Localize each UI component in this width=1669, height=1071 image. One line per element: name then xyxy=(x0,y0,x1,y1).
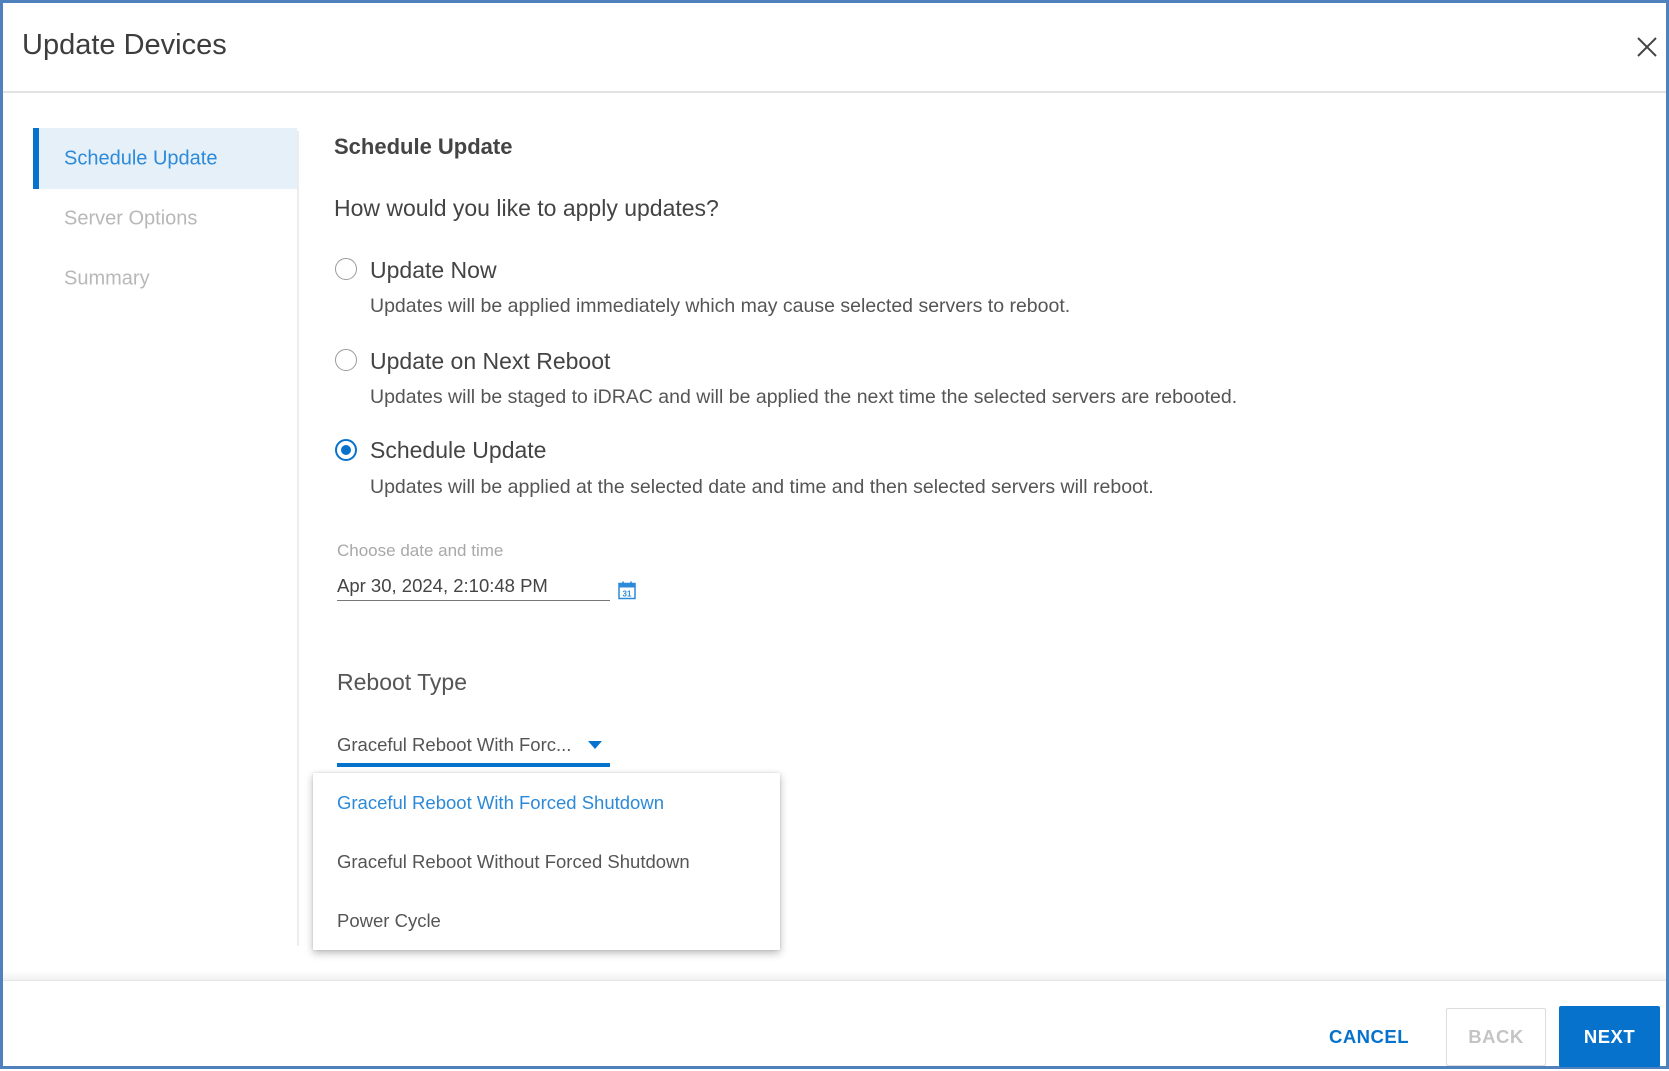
next-button[interactable]: NEXT xyxy=(1559,1006,1660,1067)
calendar-icon: 31 xyxy=(618,581,636,600)
back-button[interactable]: BACK xyxy=(1446,1008,1546,1066)
sidebar-item-label: Schedule Update xyxy=(64,147,218,169)
menu-item-graceful-without-forced[interactable]: Graceful Reboot Without Forced Shutdown xyxy=(313,832,780,891)
radio-label-update-now[interactable]: Update Now xyxy=(370,257,497,284)
menu-item-label: Power Cycle xyxy=(337,909,441,931)
sidebar-item-schedule-update[interactable]: Schedule Update xyxy=(33,128,297,189)
menu-item-label: Graceful Reboot Without Forced Shutdown xyxy=(337,850,690,872)
menu-item-power-cycle[interactable]: Power Cycle xyxy=(313,891,780,950)
reboot-type-selected-value: Graceful Reboot With Forc... xyxy=(337,734,572,755)
date-time-input[interactable] xyxy=(337,571,610,601)
sidebar-divider xyxy=(297,131,299,946)
header-divider xyxy=(3,91,1666,93)
chevron-down-icon xyxy=(588,741,602,749)
close-icon xyxy=(1637,37,1657,57)
radio-description: Updates will be applied immediately whic… xyxy=(370,295,1071,317)
section-heading: Schedule Update xyxy=(334,134,513,159)
menu-item-graceful-with-forced[interactable]: Graceful Reboot With Forced Shutdown xyxy=(313,773,780,832)
dialog-title: Update Devices xyxy=(22,29,227,61)
sidebar-item-label: Server Options xyxy=(64,207,198,229)
calendar-icon-text: 31 xyxy=(623,590,632,599)
radio-update-next-reboot[interactable] xyxy=(335,349,357,371)
radio-label-schedule-update[interactable]: Schedule Update xyxy=(370,437,546,464)
close-button[interactable] xyxy=(1633,33,1661,61)
reboot-type-heading: Reboot Type xyxy=(337,669,468,695)
radio-update-now[interactable] xyxy=(335,258,357,280)
menu-item-label: Graceful Reboot With Forced Shutdown xyxy=(337,791,664,813)
calendar-button[interactable]: 31 xyxy=(617,580,637,600)
sidebar-item-label: Summary xyxy=(64,267,150,289)
sidebar-item-server-options[interactable]: Server Options xyxy=(33,188,297,249)
cancel-button[interactable]: CANCEL xyxy=(1313,1008,1425,1066)
footer-divider xyxy=(3,980,1666,981)
reboot-type-menu: Graceful Reboot With Forced Shutdown Gra… xyxy=(313,773,780,950)
radio-label-update-next-reboot[interactable]: Update on Next Reboot xyxy=(370,348,610,375)
apply-updates-question: How would you like to apply updates? xyxy=(334,195,719,221)
sidebar-item-summary[interactable]: Summary xyxy=(33,248,297,309)
date-time-label: Choose date and time xyxy=(337,541,504,560)
active-indicator xyxy=(33,128,39,189)
radio-description: Updates will be staged to iDRAC and will… xyxy=(370,386,1238,408)
radio-schedule-update[interactable] xyxy=(335,439,357,461)
reboot-type-select[interactable]: Graceful Reboot With Forc... xyxy=(337,730,610,767)
update-devices-dialog: Update Devices Schedule Update Server Op… xyxy=(0,0,1669,1069)
radio-description: Updates will be applied at the selected … xyxy=(370,476,1154,498)
